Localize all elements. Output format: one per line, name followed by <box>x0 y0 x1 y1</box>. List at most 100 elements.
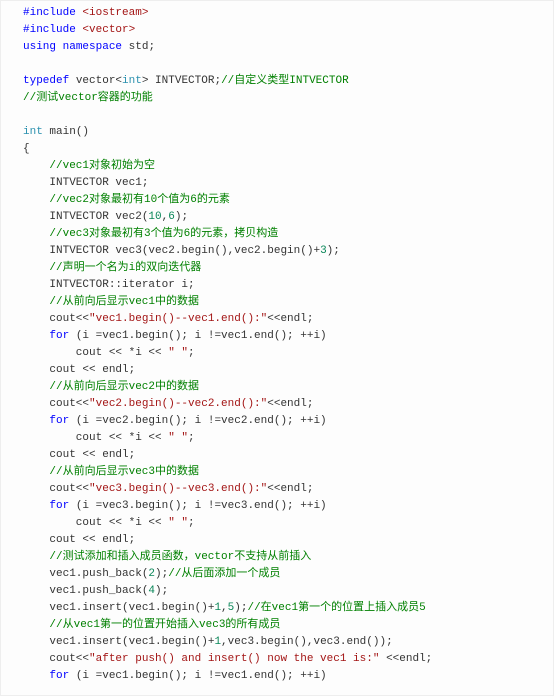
code-token: cout << *i << <box>23 432 168 444</box>
code-token: INTVECTOR vec2( <box>23 211 148 223</box>
code-token: INTVECTOR <box>23 245 115 257</box>
code-token: typedef <box>23 75 69 87</box>
code-line: typedef vector<int> INTVECTOR;//自定义类型INT… <box>23 73 547 90</box>
code-line: cout << endl; <box>23 447 547 464</box>
code-token: <<endl; <box>267 398 313 410</box>
code-token: for <box>49 670 69 682</box>
code-line: INTVECTOR::iterator i; <box>23 277 547 294</box>
code-token: //测试vector容器的功能 <box>23 92 153 104</box>
code-token <box>23 500 49 512</box>
code-token: ; <box>188 432 195 444</box>
code-line <box>23 107 547 124</box>
code-token: int <box>122 75 142 87</box>
code-line: //vec1对象初始为空 <box>23 158 547 175</box>
code-token: (i =vec2.begin(); i !=vec2.end(); ++i) <box>69 415 326 427</box>
code-token: cout<< <box>23 313 89 325</box>
code-token: main() <box>43 126 89 138</box>
code-token: <<endl; <box>379 653 432 665</box>
code-token <box>23 194 49 206</box>
code-line: cout << *i << " "; <box>23 515 547 532</box>
code-token: for <box>49 500 69 512</box>
code-line: //测试添加和插入成员函数，vector不支持从前插入 <box>23 549 547 566</box>
code-token <box>23 381 49 393</box>
code-line: //测试vector容器的功能 <box>23 90 547 107</box>
code-token <box>23 670 49 682</box>
code-token: " " <box>168 517 188 529</box>
code-line: cout << *i << " "; <box>23 430 547 447</box>
code-token <box>23 296 49 308</box>
code-token: //vec3对象最初有3个值为6的元素，拷贝构造 <box>49 228 278 240</box>
code-line: { <box>23 141 547 158</box>
code-token <box>23 551 49 563</box>
code-token: ); <box>155 585 168 597</box>
code-token: for <box>49 330 69 342</box>
code-token: <<endl; <box>267 483 313 495</box>
code-token: cout << endl; <box>23 534 135 546</box>
code-line: cout<<"vec2.begin()--vec2.end():"<<endl; <box>23 396 547 413</box>
code-token: vector< <box>69 75 122 87</box>
code-token <box>23 262 49 274</box>
code-token: for <box>49 415 69 427</box>
code-token: "vec3.begin()--vec3.end():" <box>89 483 267 495</box>
code-token: //从前向后显示vec1中的数据 <box>49 296 199 308</box>
code-token: (i =vec3.begin(); i !=vec3.end(); ++i) <box>69 500 326 512</box>
code-token: (i =vec1.begin(); i !=vec1.end(); ++i) <box>69 330 326 342</box>
code-line: for (i =vec3.begin(); i !=vec3.end(); ++… <box>23 498 547 515</box>
code-token <box>23 466 49 478</box>
code-token: ); <box>327 245 340 257</box>
code-line: for (i =vec1.begin(); i !=vec1.end(); ++… <box>23 668 547 685</box>
code-token: cout << *i << <box>23 347 168 359</box>
code-token: 2 <box>148 568 155 580</box>
code-line: #include <vector> <box>23 22 547 39</box>
code-line: int main() <box>23 124 547 141</box>
code-line: cout<<"vec3.begin()--vec3.end():"<<endl; <box>23 481 547 498</box>
code-token: 5 <box>228 602 235 614</box>
code-token: #include <box>23 7 76 19</box>
code-token: 10 <box>148 211 161 223</box>
code-token: cout<< <box>23 653 89 665</box>
code-line: vec1.push_back(2);//从后面添加一个成员 <box>23 566 547 583</box>
code-token: 3 <box>320 245 327 257</box>
code-line: //从前向后显示vec1中的数据 <box>23 294 547 311</box>
code-token: 1 <box>214 636 221 648</box>
code-token: (vec2.begin(),vec2.begin()+ <box>142 245 320 257</box>
code-token: 6 <box>168 211 175 223</box>
code-line: for (i =vec2.begin(); i !=vec2.end(); ++… <box>23 413 547 430</box>
code-token: 1 <box>214 602 221 614</box>
code-token: cout << endl; <box>23 449 135 461</box>
code-token: , <box>221 602 228 614</box>
code-line: vec1.insert(vec1.begin()+1,vec3.begin(),… <box>23 634 547 651</box>
code-line: cout << endl; <box>23 532 547 549</box>
code-line: cout<<"after push() and insert() now the… <box>23 651 547 668</box>
code-token: ; <box>188 517 195 529</box>
code-token: ; <box>188 347 195 359</box>
code-token: //测试添加和插入成员函数，vector不支持从前插入 <box>49 551 311 563</box>
code-line: vec1.insert(vec1.begin()+1,5);//在vec1第一个… <box>23 600 547 617</box>
code-line: //从vec1第一的位置开始插入vec3的所有成员 <box>23 617 547 634</box>
code-token: int <box>23 126 43 138</box>
code-token <box>23 415 49 427</box>
code-token: cout << endl; <box>23 364 135 376</box>
code-line: INTVECTOR vec2(10,6); <box>23 209 547 226</box>
code-token: vec1.push_back( <box>23 585 148 597</box>
code-token: INTVECTOR vec1; <box>23 177 148 189</box>
code-token: "vec2.begin()--vec2.end():" <box>89 398 267 410</box>
code-token: //在vec1第一个的位置上插入成员5 <box>247 602 425 614</box>
code-line: INTVECTOR vec3(vec2.begin(),vec2.begin()… <box>23 243 547 260</box>
code-line <box>23 56 547 73</box>
code-line: using namespace std; <box>23 39 547 56</box>
code-token: //从前向后显示vec3中的数据 <box>49 466 199 478</box>
code-line: cout << endl; <box>23 362 547 379</box>
code-token: namespace <box>63 41 122 53</box>
code-token: //从前向后显示vec2中的数据 <box>49 381 199 393</box>
code-token <box>23 228 49 240</box>
code-line: //从前向后显示vec2中的数据 <box>23 379 547 396</box>
code-line: INTVECTOR vec1; <box>23 175 547 192</box>
code-token: " " <box>168 347 188 359</box>
code-line: vec1.push_back(4); <box>23 583 547 600</box>
code-token: //自定义类型INTVECTOR <box>221 75 349 87</box>
code-token: vec1.insert(vec1.begin()+ <box>23 602 214 614</box>
code-line: for (i =vec1.begin(); i !=vec1.end(); ++… <box>23 328 547 345</box>
code-token: std; <box>122 41 155 53</box>
code-token: //vec1对象初始为空 <box>49 160 155 172</box>
